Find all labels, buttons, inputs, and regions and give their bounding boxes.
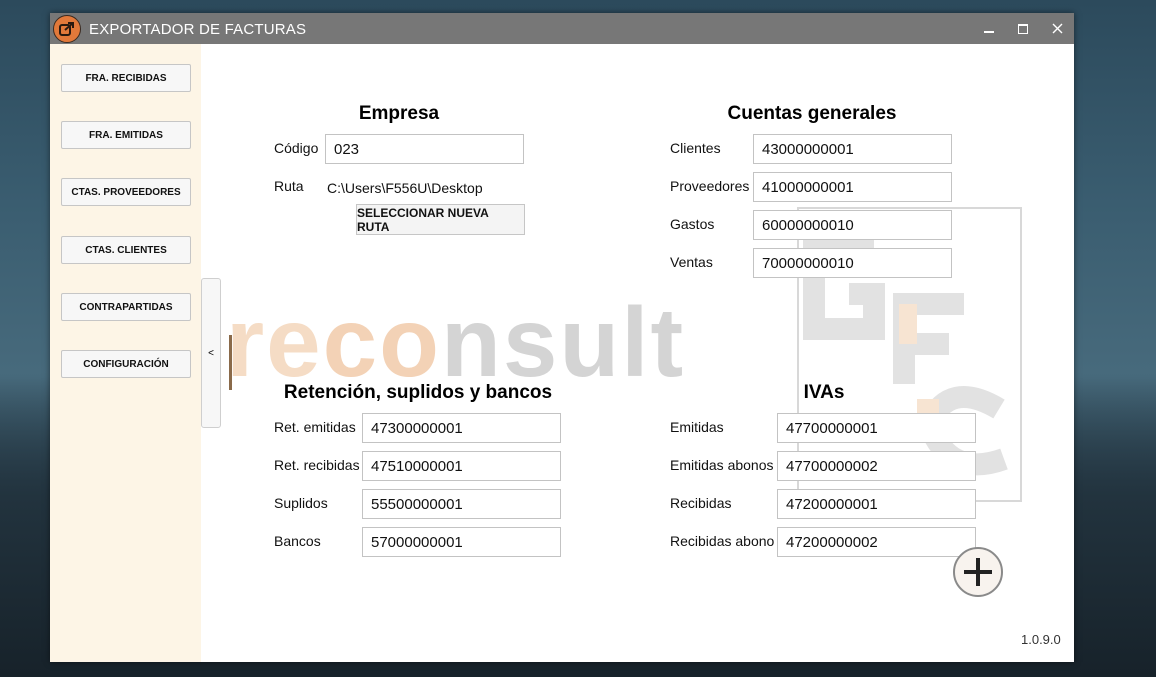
gastos-label: Gastos xyxy=(670,216,715,232)
maximize-button[interactable] xyxy=(1006,13,1040,44)
add-button[interactable] xyxy=(953,547,1003,597)
plus-icon xyxy=(964,558,992,586)
nav-fra-emitidas[interactable]: FRA. EMITIDAS xyxy=(61,121,191,149)
sidebar: FRA. RECIBIDAS FRA. EMITIDAS CTAS. PROVE… xyxy=(50,44,201,662)
proveedores-label: Proveedores xyxy=(670,178,750,194)
codigo-label: Código xyxy=(274,140,319,156)
nav-contrapartidas[interactable]: CONTRAPARTIDAS xyxy=(61,293,191,321)
suplidos-field[interactable] xyxy=(362,489,561,519)
window-title: EXPORTADOR DE FACTURAS xyxy=(89,21,307,38)
nav-ctas-clientes[interactable]: CTAS. CLIENTES xyxy=(61,236,191,264)
proveedores-field[interactable] xyxy=(753,172,952,202)
ventas-label: Ventas xyxy=(670,254,713,270)
ret-recibidas-field[interactable] xyxy=(362,451,561,481)
emitidas-abonos-field[interactable] xyxy=(777,451,976,481)
clientes-label: Clientes xyxy=(670,140,721,156)
ret-emitidas-label: Ret. emitidas xyxy=(274,419,356,435)
reconsult-watermark: reconsult xyxy=(226,287,686,397)
ret-recibidas-label: Ret. recibidas xyxy=(274,457,360,473)
recibidas-label: Recibidas xyxy=(670,495,732,511)
recibidas-abono-field[interactable] xyxy=(777,527,976,557)
title-bar[interactable]: EXPORTADOR DE FACTURAS xyxy=(50,13,1074,44)
close-icon xyxy=(1052,23,1062,34)
sidebar-collapse-button[interactable]: < xyxy=(201,278,221,428)
ruta-label: Ruta xyxy=(274,178,304,194)
ruta-value: C:\Users\F556U\Desktop xyxy=(327,180,483,196)
version-label: 1.0.9.0 xyxy=(1021,632,1061,647)
select-path-button[interactable]: SELECCIONAR NUEVA RUTA xyxy=(356,204,525,235)
clientes-field[interactable] xyxy=(753,134,952,164)
nav-fra-recibidas[interactable]: FRA. RECIBIDAS xyxy=(61,64,191,92)
emitidas-abonos-label: Emitidas abonos xyxy=(670,457,774,473)
codigo-field[interactable] xyxy=(325,134,524,164)
emitidas-field[interactable] xyxy=(777,413,976,443)
ret-emitidas-field[interactable] xyxy=(362,413,561,443)
export-app-icon xyxy=(53,15,81,43)
close-button[interactable] xyxy=(1040,13,1074,44)
bancos-label: Bancos xyxy=(274,533,321,549)
retencion-title: Retención, suplidos y bancos xyxy=(283,382,553,403)
app-window: EXPORTADOR DE FACTURAS FRA. RECIBIDAS FR… xyxy=(50,13,1074,662)
recibidas-abono-label: Recibidas abono xyxy=(670,533,775,549)
nav-ctas-proveedores[interactable]: CTAS. PROVEEDORES xyxy=(61,178,191,206)
minimize-button[interactable] xyxy=(972,13,1006,44)
minimize-icon xyxy=(984,30,994,33)
ivas-title: IVAs xyxy=(803,382,845,403)
cuentas-title: Cuentas generales xyxy=(727,103,897,124)
maximize-icon xyxy=(1018,23,1028,34)
gastos-field[interactable] xyxy=(753,210,952,240)
suplidos-label: Suplidos xyxy=(274,495,328,511)
ventas-field[interactable] xyxy=(753,248,952,278)
bancos-field[interactable] xyxy=(362,527,561,557)
recibidas-field[interactable] xyxy=(777,489,976,519)
emitidas-label: Emitidas xyxy=(670,419,724,435)
empresa-title: Empresa xyxy=(358,103,440,124)
nav-configuracion[interactable]: CONFIGURACIÓN xyxy=(61,350,191,378)
